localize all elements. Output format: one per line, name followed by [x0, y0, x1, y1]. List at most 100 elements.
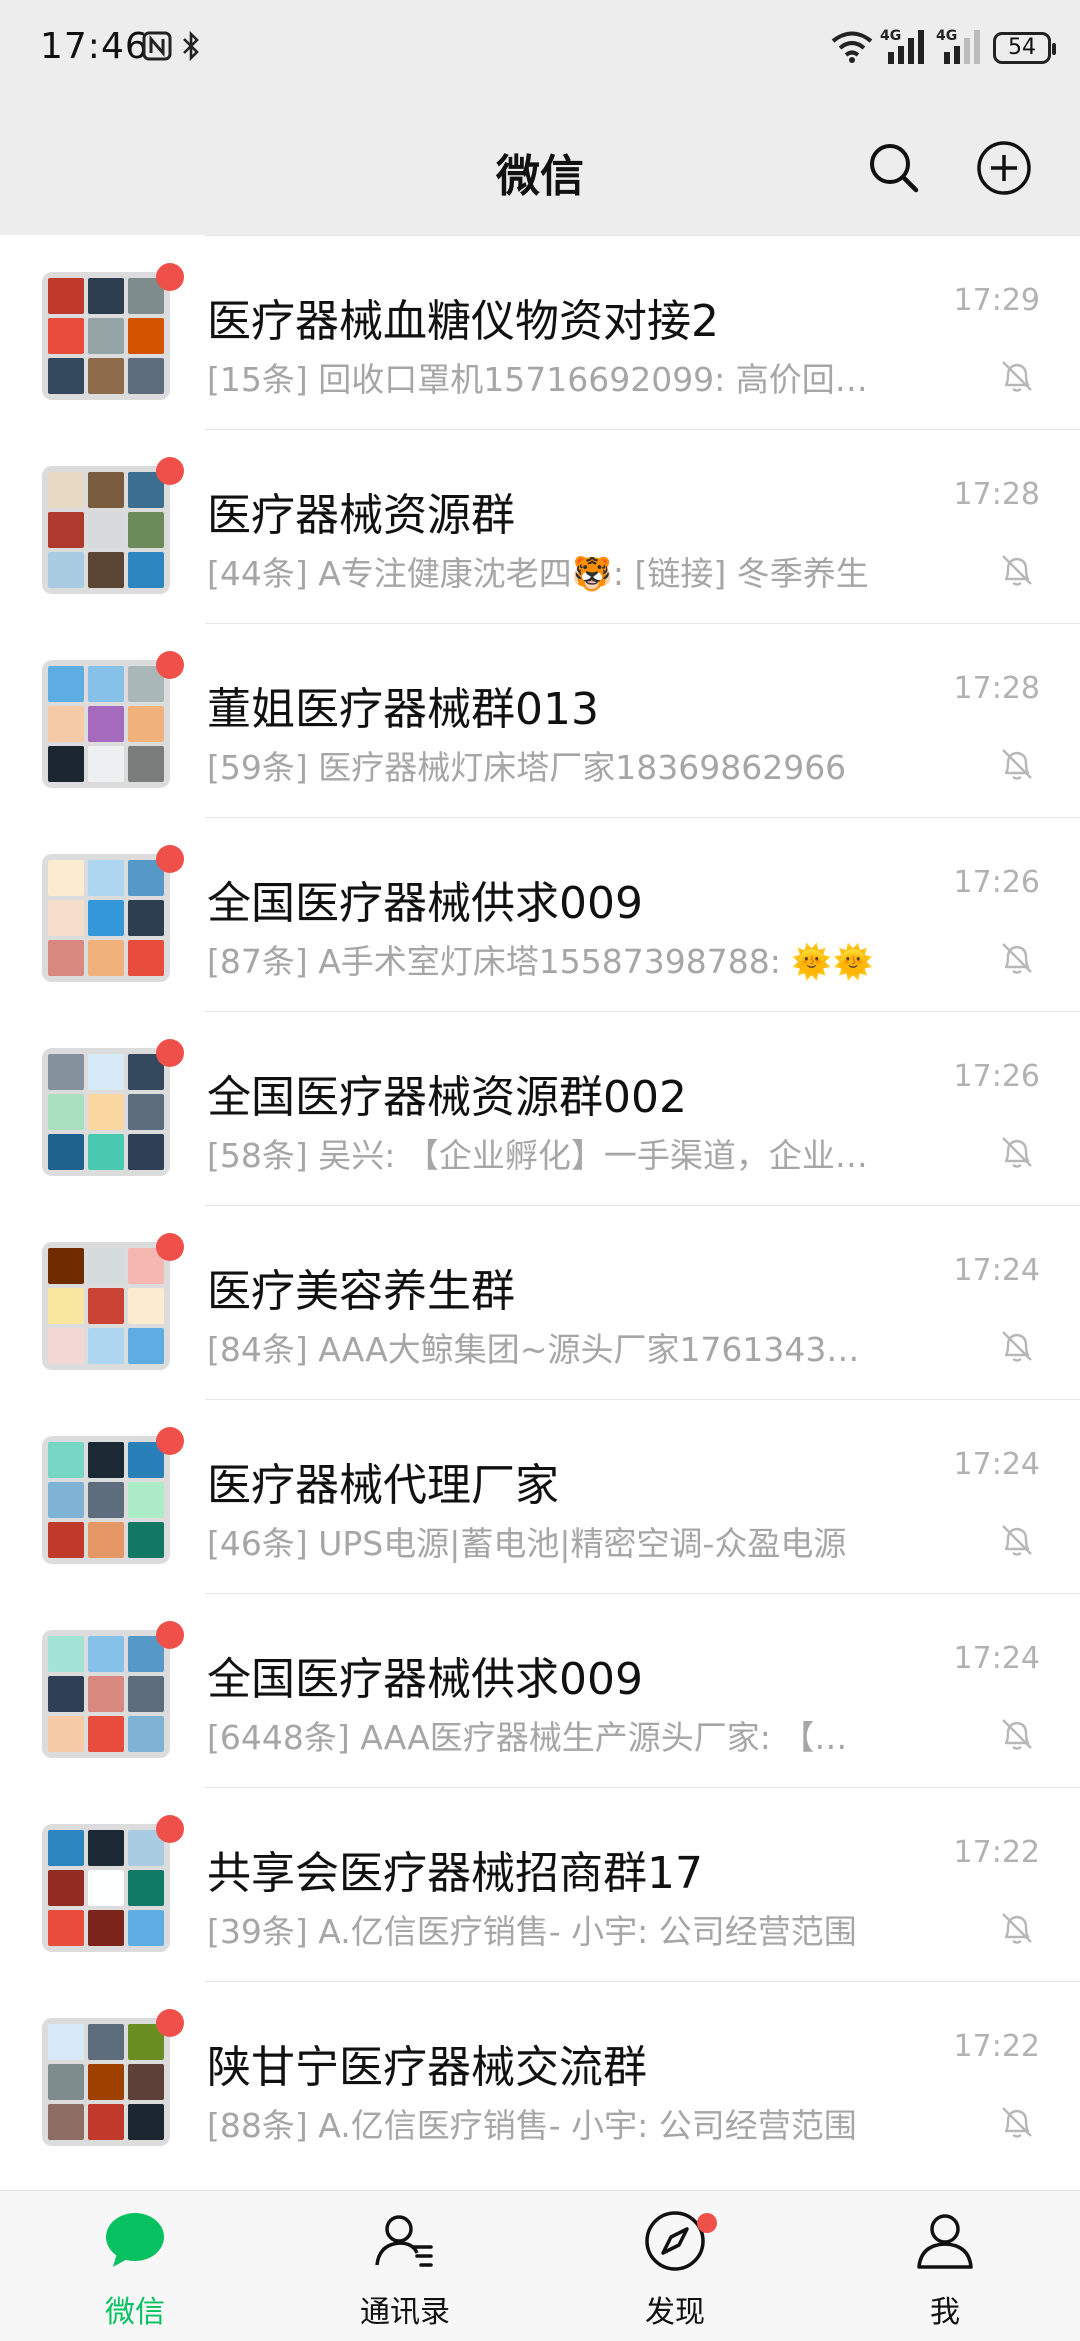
avatar-tile	[128, 2064, 164, 2100]
chat-row[interactable]: 董姐医疗器械群013 [59条] 医疗器械灯床塔厂家18369862966 17:2…	[0, 623, 1080, 817]
unread-dot	[156, 457, 184, 485]
chat-preview: [58条] 吴兴: 【企业孵化】一手渠道，企业服务	[207, 1136, 877, 1175]
group-avatar	[42, 1436, 170, 1564]
avatar-tile	[128, 1716, 164, 1752]
avatar-tile	[48, 472, 84, 508]
avatar-tile	[48, 1522, 84, 1558]
svg-text:4G: 4G	[880, 28, 901, 44]
row-divider	[205, 623, 1080, 624]
nav-contacts[interactable]: 通讯录	[315, 2191, 495, 2341]
avatar-tile	[48, 318, 84, 354]
avatar-tile	[48, 2064, 84, 2100]
chat-time: 17:26	[953, 1059, 1040, 1094]
unread-dot	[156, 1815, 184, 1843]
row-divider	[205, 1981, 1080, 1982]
chat-row[interactable]: 医疗器械代理厂家 [46条] UPS电源|蓄电池|精密空调-众盈电源 17:24	[0, 1399, 1080, 1593]
mute-bell-icon	[1002, 2107, 1032, 2138]
chat-row[interactable]: 陕甘宁医疗器械交流群 [88条] A.亿信医疗销售- 小宇: 公司经营范围 17:2…	[0, 1981, 1080, 2175]
signal-4g-icon: 4G	[880, 28, 924, 64]
chat-preview: [88条] A.亿信医疗销售- 小宇: 公司经营范围	[207, 2106, 857, 2145]
avatar-tile	[88, 1094, 124, 1130]
avatar-tile	[48, 900, 84, 936]
chat-name: 医疗器械代理厂家	[207, 1460, 559, 1511]
avatar-tile	[88, 318, 124, 354]
nav-discover-label: 发现	[645, 2295, 705, 2330]
row-divider	[205, 1399, 1080, 1400]
avatar-tile	[48, 552, 84, 588]
avatar-tile	[48, 358, 84, 394]
chat-preview: [6448条] AAA医疗器械生产源头厂家: 【诚招】	[207, 1718, 877, 1757]
group-avatar	[42, 660, 170, 788]
chat-name: 全国医疗器械资源群002	[207, 1072, 687, 1123]
row-divider	[205, 817, 1080, 818]
avatar-tile	[48, 2024, 84, 2060]
unread-dot	[156, 1427, 184, 1455]
avatar-tile	[88, 746, 124, 782]
chat-row[interactable]: 共享会医疗器械招商群17 [39条] A.亿信医疗销售- 小宇: 公司经营范围 17…	[0, 1787, 1080, 1981]
avatar-tile	[128, 940, 164, 976]
avatar-tile	[88, 1442, 124, 1478]
avatar-tile	[88, 2064, 124, 2100]
avatar-tile	[48, 1636, 84, 1672]
chat-name: 医疗器械血糖仪物资对接2	[207, 296, 719, 347]
row-divider	[205, 1787, 1080, 1788]
avatar-tile	[48, 1094, 84, 1130]
avatar-tile	[48, 706, 84, 742]
avatar-tile	[48, 1248, 84, 1284]
nav-me-label: 我	[930, 2295, 960, 2330]
unread-dot	[156, 263, 184, 291]
chat-time: 17:24	[953, 1253, 1040, 1288]
row-divider	[205, 235, 1080, 236]
avatar-tile	[88, 278, 124, 314]
avatar-tile	[88, 2024, 124, 2060]
avatar-tile	[128, 706, 164, 742]
nav-chats-label: 微信	[105, 2295, 165, 2330]
bluetooth-icon	[183, 31, 199, 61]
avatar-tile	[48, 1054, 84, 1090]
chat-name: 共享会医疗器械招商群17	[207, 1848, 703, 1899]
mute-bell-icon	[1002, 361, 1032, 392]
avatar-tile	[88, 1636, 124, 1672]
nav-chats[interactable]: 微信	[45, 2191, 225, 2341]
avatar-tile	[88, 940, 124, 976]
group-avatar	[42, 854, 170, 982]
chat-name: 全国医疗器械供求009	[207, 878, 643, 929]
avatar-tile	[88, 472, 124, 508]
row-divider	[205, 1593, 1080, 1594]
chat-row[interactable]: 全国医疗器械资源群002 [58条] 吴兴: 【企业孵化】一手渠道，企业服务 17:…	[0, 1011, 1080, 1205]
chat-row[interactable]: 医疗美容养生群 [84条] AAA大鲸集团~源头厂家17613430000 17:2…	[0, 1205, 1080, 1399]
avatar-tile	[88, 1248, 124, 1284]
avatar-tile	[128, 1134, 164, 1170]
chat-name: 医疗器械资源群	[207, 490, 515, 541]
chat-row[interactable]: 医疗器械血糖仪物资对接2 [15条] 回收口罩机15716692099: 高价回收…	[0, 235, 1080, 429]
avatar-tile	[128, 318, 164, 354]
chat-preview: [59条] 医疗器械灯床塔厂家18369862966	[207, 748, 847, 787]
nav-discover[interactable]: 发现	[585, 2191, 765, 2341]
chat-row[interactable]: 全国医疗器械供求009 [87条] A手术室灯床塔15587398788: 🌞🌞 1…	[0, 817, 1080, 1011]
chat-row[interactable]: 全国医疗器械供求009 [6448条] AAA医疗器械生产源头厂家: 【诚招】 17…	[0, 1593, 1080, 1787]
chat-preview: [87条] A手术室灯床塔15587398788: 🌞🌞	[207, 942, 874, 981]
avatar-tile	[128, 2104, 164, 2140]
row-divider	[205, 429, 1080, 430]
unread-dot	[156, 1233, 184, 1261]
avatar-tile	[48, 1442, 84, 1478]
chat-row[interactable]: 医疗器械资源群 [44条] A专注健康沈老四🐯: [链接] 冬季养生 17:28	[0, 429, 1080, 623]
svg-text:4G: 4G	[936, 28, 957, 44]
signal-4g-icon: 4G	[936, 28, 980, 64]
nav-me[interactable]: 我	[855, 2191, 1035, 2341]
bottom-nav: 微信 通讯录 发现 我	[0, 2190, 1080, 2341]
mute-bell-icon	[1002, 555, 1032, 586]
add-icon[interactable]	[976, 140, 1032, 196]
avatar-tile	[128, 746, 164, 782]
avatar-tile	[128, 1676, 164, 1712]
chat-time: 17:28	[953, 477, 1040, 512]
avatar-tile	[88, 358, 124, 394]
contacts-icon	[375, 2215, 433, 2267]
avatar-tile	[128, 1328, 164, 1364]
unread-dot	[156, 845, 184, 873]
row-divider	[205, 1205, 1080, 1206]
avatar-tile	[88, 1676, 124, 1712]
avatar-tile	[128, 512, 164, 548]
search-icon[interactable]	[866, 140, 922, 196]
avatar-tile	[88, 512, 124, 548]
